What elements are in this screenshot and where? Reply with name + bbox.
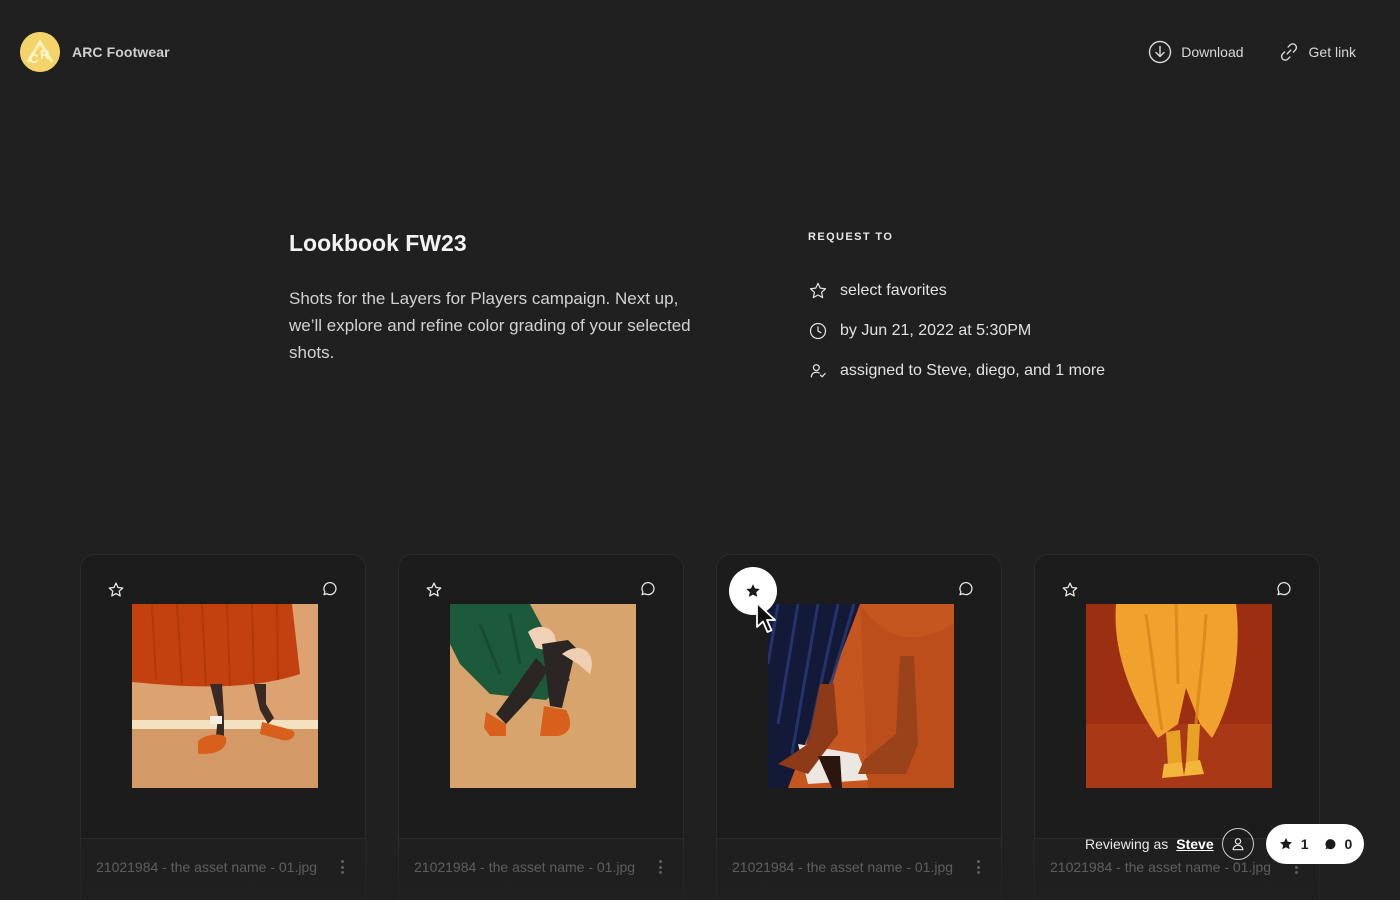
favorite-toggle[interactable]: [423, 579, 445, 601]
star-outline-icon: [108, 582, 124, 597]
comments-count: 0: [1323, 836, 1353, 852]
download-button[interactable]: Download: [1148, 40, 1244, 64]
comment-icon: [1277, 581, 1291, 596]
request-item-text: by Jun 21, 2022 at 5:30PM: [840, 322, 1032, 339]
star-outline-icon: [1062, 582, 1078, 597]
request-heading: REQUEST TO: [808, 231, 894, 243]
comment-button[interactable]: [957, 580, 975, 603]
user-icon: [1232, 838, 1244, 851]
asset-thumbnail[interactable]: [1086, 604, 1272, 788]
favorite-toggle[interactable]: [729, 567, 777, 615]
photo-brown-boots: [768, 604, 954, 788]
svg-text:R: R: [40, 47, 50, 62]
favorites-count: 1: [1278, 836, 1309, 852]
project-intro: Lookbook FW23 Shots for the Layers for P…: [289, 230, 709, 366]
clock-icon: [809, 322, 827, 340]
more-options-icon[interactable]: [657, 860, 663, 876]
request-item-deadline: by Jun 21, 2022 at 5:30PM: [808, 319, 1105, 343]
brand-logo-mark-icon: C R: [20, 32, 60, 72]
comments-count-value: 0: [1344, 836, 1353, 852]
reviewer-name-link[interactable]: Steve: [1176, 836, 1213, 852]
request-item-assignees: assigned to Steve, diego, and 1 more: [808, 359, 1105, 383]
asset-file-name: 21021984 - the asset name - 01.jpg: [732, 859, 954, 875]
photo-red-skirt-orange-heels: [132, 604, 318, 788]
more-options-icon[interactable]: [339, 860, 345, 876]
favorite-toggle[interactable]: [1059, 579, 1081, 601]
brand: C R ARC Footwear: [20, 32, 170, 72]
card-footer: 21021984 - the asset name - 01.jpg: [81, 838, 365, 900]
request-item-text: assigned to Steve, diego, and 1 more: [840, 362, 1106, 379]
comment-icon: [641, 581, 655, 596]
comment-icon: [323, 581, 337, 596]
star-outline-icon: [426, 582, 442, 597]
asset-card[interactable]: 21021984 - the asset name - 01.jpg: [716, 554, 1002, 900]
reviewer-profile-button[interactable]: [1221, 828, 1254, 860]
photo-yellow-satin-skirt: [1086, 604, 1272, 788]
asset-card[interactable]: 21021984 - the asset name - 01.jpg: [398, 554, 684, 900]
reviewing-prefix: Reviewing as: [1085, 836, 1169, 852]
star-filled-icon: [1279, 837, 1292, 850]
asset-file-name: 21021984 - the asset name - 01.jpg: [414, 859, 636, 875]
favorite-toggle[interactable]: [105, 579, 127, 601]
comment-button[interactable]: [639, 580, 657, 603]
comment-icon: [959, 581, 973, 596]
project-description: Shots for the Layers for Players campaig…: [289, 289, 691, 362]
card-footer: 21021984 - the asset name - 01.jpg: [399, 838, 683, 900]
star-filled-icon: [746, 584, 760, 597]
page-title: Lookbook FW23: [289, 230, 467, 256]
asset-card[interactable]: 21021984 - the asset name - 01.jpg: [80, 554, 366, 900]
card-footer: 21021984 - the asset name - 01.jpg: [717, 838, 1001, 900]
selection-summary[interactable]: 1 0: [1266, 824, 1364, 864]
link-icon: [1280, 43, 1297, 61]
asset-thumbnail[interactable]: [450, 604, 636, 788]
top-actions: Download Get link: [1148, 40, 1356, 64]
comment-button[interactable]: [321, 580, 339, 603]
get-link-button[interactable]: Get link: [1278, 40, 1356, 64]
request-panel: REQUEST TO select favorites by Jun 21, 2…: [808, 231, 1105, 399]
asset-thumbnail[interactable]: [768, 604, 954, 788]
favorites-count-value: 1: [1300, 836, 1309, 852]
asset-file-name: 21021984 - the asset name - 01.jpg: [96, 859, 318, 875]
asset-thumbnail[interactable]: [132, 604, 318, 788]
comment-button[interactable]: [1275, 580, 1293, 603]
user-check-icon: [810, 364, 826, 378]
more-options-icon[interactable]: [975, 860, 981, 876]
star-outline-icon: [809, 282, 827, 299]
asset-file-name: 21021984 - the asset name - 01.jpg: [1050, 859, 1272, 875]
brand-name: ARC Footwear: [72, 44, 170, 60]
svg-text:C: C: [29, 51, 39, 66]
request-item-text: select favorites: [840, 282, 947, 299]
download-icon: [1149, 40, 1172, 64]
request-item-favorites: select favorites: [808, 279, 1105, 303]
download-label: Download: [1181, 44, 1244, 60]
get-link-label: Get link: [1308, 44, 1356, 60]
reviewer-info: Reviewing as Steve: [1085, 828, 1254, 860]
brand-logo: C R: [20, 32, 60, 72]
photo-green-dress-socks-heels: [450, 604, 636, 788]
comment-filled-icon: [1324, 838, 1335, 849]
